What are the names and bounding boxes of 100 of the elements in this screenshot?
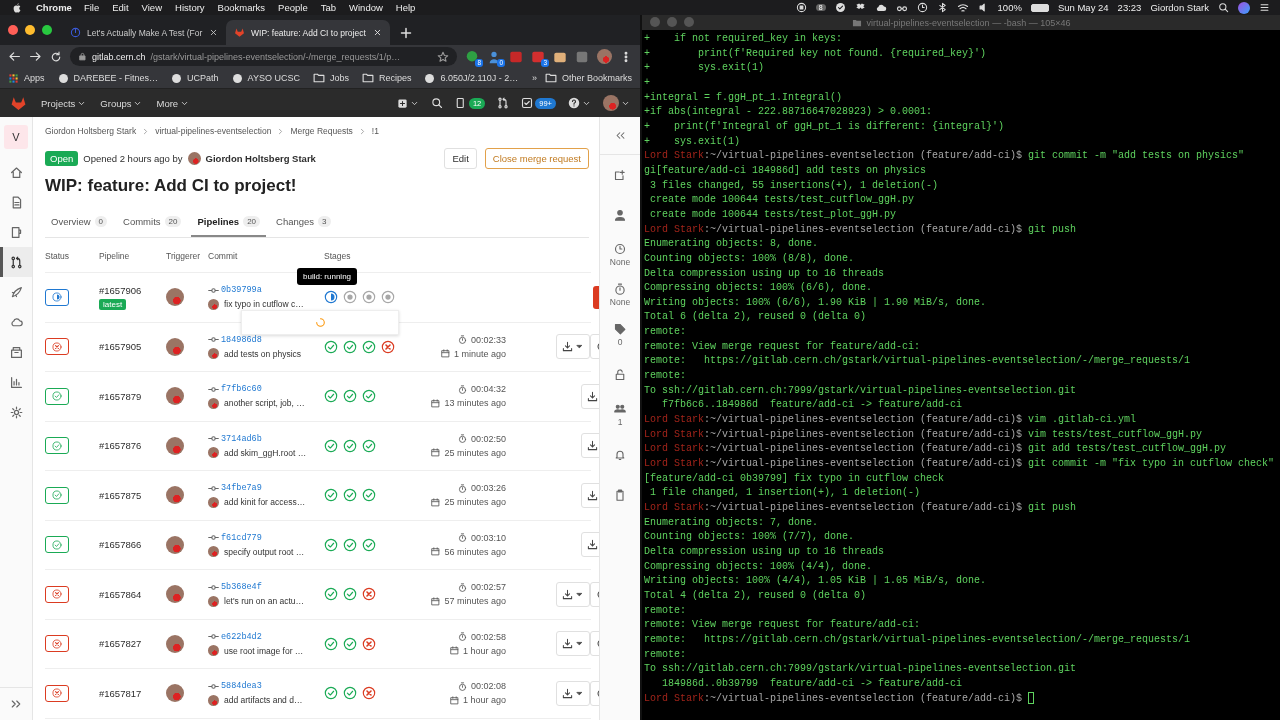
- pipeline-id[interactable]: #1657866: [99, 539, 142, 551]
- half-filled-circle-icon[interactable]: [52, 292, 62, 303]
- check-circle-icon[interactable]: [324, 587, 338, 602]
- commit-sha[interactable]: 184986d8: [221, 334, 262, 345]
- new-tab-icon[interactable]: [400, 27, 412, 39]
- check-circle-icon[interactable]: [343, 389, 357, 404]
- project-avatar[interactable]: V: [4, 125, 28, 149]
- cross-circle-icon[interactable]: [52, 688, 62, 699]
- clipboard-icon[interactable]: [614, 489, 626, 501]
- tab[interactable]: Changes 3: [270, 207, 337, 237]
- pipeline-id[interactable]: #1657864: [99, 588, 142, 600]
- address-bar[interactable]: gitlab.cern.ch /gstark/virtual-pipelines-eventselection/-/merge_requests/1/p…: [70, 47, 457, 66]
- menu-bar-time[interactable]: 23:23: [1117, 2, 1142, 13]
- tab[interactable]: Overview 0: [45, 207, 114, 237]
- wifi-icon[interactable]: [956, 1, 969, 14]
- menu-item[interactable]: History: [175, 2, 205, 13]
- check-circle-icon[interactable]: [343, 339, 357, 354]
- download-button[interactable]: [581, 383, 599, 409]
- edit-button[interactable]: Edit: [444, 147, 477, 169]
- bookmark[interactable]: Recipes: [361, 72, 412, 84]
- browser-tab[interactable]: WIP: feature: Add CI to project: [226, 20, 390, 45]
- orb-icon[interactable]: [1238, 1, 1250, 14]
- square-icon[interactable]: [575, 49, 589, 64]
- dot-circle-icon[interactable]: [362, 290, 376, 305]
- commit-message[interactable]: specify output root …: [224, 546, 305, 557]
- sidebar-item[interactable]: [0, 247, 32, 277]
- user-avatar[interactable]: [603, 95, 619, 111]
- check-circle-icon[interactable]: [343, 537, 357, 552]
- download-button[interactable]: [581, 482, 599, 508]
- menu-bar-date[interactable]: Sun May 24: [1057, 2, 1109, 13]
- commit-sha[interactable]: 5b368e4f: [221, 582, 262, 593]
- check-circle-icon[interactable]: [324, 537, 338, 552]
- cross-circle-icon[interactable]: [362, 686, 376, 701]
- breadcrumb-link[interactable]: !1: [371, 126, 379, 136]
- list-icon[interactable]: [1259, 2, 1270, 13]
- bookmark[interactable]: Apps: [8, 72, 45, 84]
- check-circle-icon[interactable]: [362, 488, 376, 503]
- zoom-window-button[interactable]: [42, 25, 52, 35]
- help-icon[interactable]: [568, 97, 580, 109]
- check-badge-icon[interactable]: [834, 2, 846, 13]
- pipeline-id[interactable]: #1657906: [99, 284, 142, 296]
- status-badge[interactable]: [45, 635, 69, 653]
- plus-icon[interactable]: [396, 97, 408, 109]
- check-circle-icon[interactable]: [343, 686, 357, 701]
- download-dropdown[interactable]: [556, 680, 590, 706]
- pipeline-id[interactable]: #1657876: [99, 440, 142, 452]
- user-name[interactable]: Giordon Stark: [1150, 2, 1209, 13]
- cross-circle-icon[interactable]: [52, 638, 62, 649]
- commit-message[interactable]: fix typo in cutflow c…: [224, 299, 304, 310]
- check-circle-icon[interactable]: [324, 488, 338, 503]
- dot-circle-icon[interactable]: [343, 290, 357, 305]
- dot-circle-icon[interactable]: [381, 290, 395, 305]
- back-icon[interactable]: [8, 50, 21, 63]
- status-badge[interactable]: [45, 387, 69, 405]
- menu-item[interactable]: Edit: [112, 2, 129, 13]
- download-button[interactable]: [581, 433, 599, 459]
- check-circle-icon[interactable]: [343, 587, 357, 602]
- status-badge[interactable]: [45, 288, 69, 306]
- check-circle-icon[interactable]: [52, 391, 62, 402]
- stopwatch-icon[interactable]: [614, 283, 626, 295]
- lock-icon[interactable]: [614, 369, 626, 381]
- search-icon[interactable]: [430, 97, 443, 109]
- commit-sha[interactable]: 34fbe7a9: [221, 483, 262, 494]
- download-dropdown[interactable]: [556, 581, 590, 607]
- commit-message[interactable]: use root image for …: [224, 645, 304, 656]
- breadcrumb-link[interactable]: Merge Requests: [290, 126, 353, 136]
- close-window-button[interactable]: [8, 25, 18, 35]
- app-menu[interactable]: Chrome: [36, 2, 72, 13]
- check-circle-icon[interactable]: [324, 636, 338, 651]
- menu-item[interactable]: File: [83, 2, 100, 13]
- cross-circle-icon[interactable]: [362, 636, 376, 651]
- bluetooth-icon[interactable]: [936, 2, 948, 13]
- menu-item[interactable]: Help: [395, 2, 416, 13]
- check-circle-icon[interactable]: [362, 389, 376, 404]
- menu-item[interactable]: Window: [349, 2, 383, 13]
- check-circle-icon[interactable]: [324, 438, 338, 453]
- check-circle-icon[interactable]: [52, 440, 62, 451]
- bell-icon[interactable]: [614, 449, 626, 461]
- author-link[interactable]: Giordon Holtsberg Stark: [205, 152, 316, 164]
- commit-message[interactable]: add skim_ggH.root …: [224, 447, 307, 458]
- profile-avatar[interactable]: [597, 49, 612, 64]
- nav-menu[interactable]: More: [156, 97, 190, 109]
- menu-item[interactable]: Tab: [320, 2, 336, 13]
- star-icon[interactable]: [437, 50, 449, 63]
- breadcrumb-link[interactable]: Giordon Holtsberg Stark: [45, 126, 137, 136]
- check-circle-icon[interactable]: [52, 490, 62, 501]
- commit-sha[interactable]: f61cd779: [221, 532, 262, 543]
- menu-item[interactable]: Bookmarks: [217, 2, 266, 13]
- bookmark[interactable]: AYSO UCSC: [231, 72, 300, 84]
- breadcrumb-link[interactable]: virtual-pipelines-eventselection: [155, 126, 272, 136]
- pipeline-id[interactable]: #1657879: [99, 390, 142, 402]
- commit-message[interactable]: add artifacts and d…: [224, 695, 303, 706]
- commit-sha[interactable]: 3714ad6b: [221, 433, 262, 444]
- status-badge[interactable]: [45, 585, 69, 603]
- tag-icon[interactable]: [614, 323, 626, 335]
- collapse-icon[interactable]: [614, 130, 626, 141]
- download-dropdown[interactable]: [556, 631, 590, 657]
- browser-tab[interactable]: Let's Actually Make A Test (For: [62, 20, 226, 45]
- tab[interactable]: Pipelines 20: [191, 207, 267, 237]
- reload-icon[interactable]: [50, 50, 62, 63]
